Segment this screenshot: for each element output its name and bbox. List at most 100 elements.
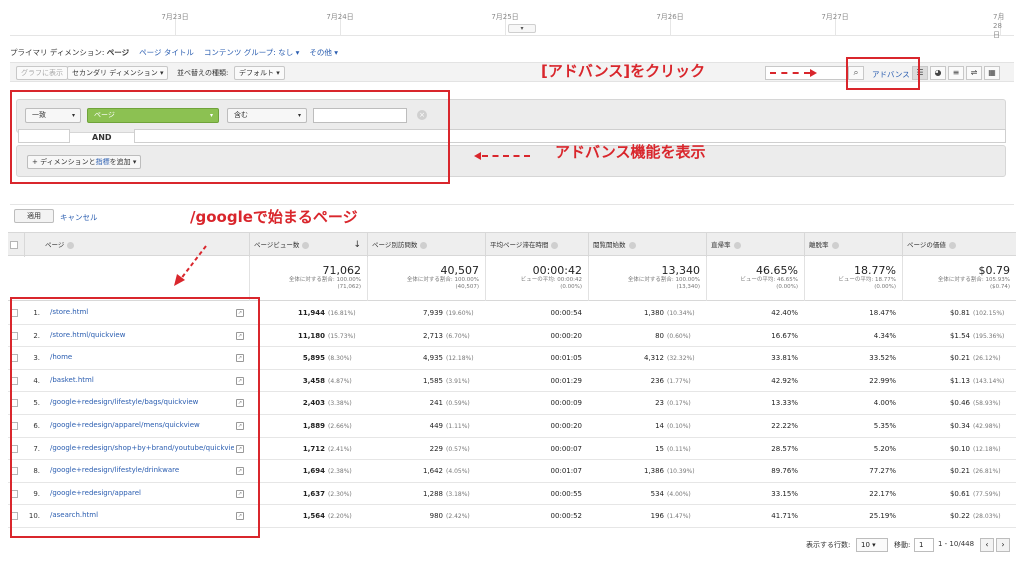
summary-exit-rate: 18.77% ビューの平均: 18.77% (0.00%) (804, 257, 902, 301)
help-icon (831, 241, 839, 249)
header-pageviews[interactable]: ページビュー数 ↓ (249, 233, 367, 257)
next-page-icon[interactable]: › (996, 538, 1010, 552)
cell-avg-time: 00:01:07 (550, 467, 582, 476)
timeline-date: 7月23日 (161, 13, 189, 21)
plot-rows-button[interactable]: グラフに表示 (16, 66, 68, 80)
header-avg-time[interactable]: 平均ページ滞在時間 (485, 233, 588, 257)
cancel-link[interactable]: キャンセル (60, 212, 98, 223)
sort-type-select[interactable]: デフォルト ▾ (234, 66, 285, 80)
cell-avg-time: 00:01:29 (550, 376, 582, 385)
header-page-value[interactable]: ページの価値 (902, 233, 1016, 257)
cell-avg-time: 00:00:09 (550, 399, 582, 408)
comparison-view-icon[interactable]: ⇌ (966, 66, 982, 80)
apply-button[interactable]: 適用 (14, 209, 54, 223)
cell-exit-rate: 18.47% (869, 309, 896, 317)
timeline-date: 7月25日 (491, 13, 519, 21)
cell-bounce-rate: 13.33% (771, 399, 798, 408)
rows-per-page-select[interactable]: 10 ▾ (856, 538, 888, 552)
cell-bounce-rate: 42.40% (771, 309, 798, 317)
summary-entrances: 13,340 全体に対する割合: 100.00% (13,340) (588, 257, 706, 301)
dimension-link-other[interactable]: その他 ▾ (309, 47, 338, 58)
cell-avg-time: 00:00:07 (550, 444, 582, 453)
cell-page-value: $1.13 (143.14%) (949, 376, 1005, 385)
select-all-checkbox[interactable] (10, 241, 18, 249)
cell-page-value: $0.21 (26.12%) (949, 354, 1001, 363)
cell-exit-rate: 5.35% (873, 422, 896, 430)
cell-unique-pageviews: 7,939 (19.60%) (422, 309, 474, 317)
summary-avg-time: 00:00:42 ビューの平均: 00:00:42 (0.00%) (485, 257, 588, 301)
cell-entrances: 23 (0.17%) (655, 399, 691, 408)
header-unique-pageviews[interactable]: ページ別訪問数 (367, 233, 485, 257)
header-entrances[interactable]: 閲覧開始数 (588, 233, 706, 257)
cell-unique-pageviews: 2,713 (6.70%) (422, 331, 470, 340)
cell-unique-pageviews: 1,288 (3.18%) (422, 489, 470, 498)
cell-unique-pageviews: 241 (0.59%) (429, 399, 470, 408)
rows-per-page-label: 表示する行数: (806, 541, 851, 549)
annotation-box-filter (10, 90, 450, 184)
cell-pageviews: 1,712 (2.41%) (302, 444, 352, 453)
cell-entrances: 80 (0.60%) (655, 331, 691, 340)
cell-unique-pageviews: 1,585 (3.91%) (422, 376, 470, 385)
table-header: ページ ページビュー数 ↓ ページ別訪問数 平均ページ滞在時間 閲覧開始数 直帰率… (8, 232, 1016, 257)
goto-input[interactable]: 1 (914, 538, 934, 552)
cell-pageviews: 1,694 (2.38%) (302, 467, 352, 476)
help-icon (733, 241, 741, 249)
timeline-date: 7月28日 (993, 13, 1005, 39)
summary-unique-pageviews: 40,507 全体に対する割合: 100.00% (40,507) (367, 257, 485, 301)
cell-entrances: 1,386 (10.39%) (643, 467, 695, 476)
dimension-link-content-group[interactable]: コンテンツ グループ: なし ▾ (204, 47, 300, 58)
dimension-link-page-title[interactable]: ページ タイトル (139, 47, 194, 58)
cell-page-value: $0.22 (28.03%) (949, 512, 1001, 521)
cell-page-value: $0.34 (42.98%) (949, 422, 1001, 430)
cell-pageviews: 11,180 (15.73%) (297, 331, 356, 340)
cell-entrances: 4,312 (32.32%) (643, 354, 695, 363)
help-icon (551, 241, 559, 249)
secondary-dimension-select[interactable]: セカンダリ ディメンション ▾ (67, 66, 169, 80)
summary-bounce-rate: 46.65% ビューの平均: 46.65% (0.00%) (706, 257, 804, 301)
cell-page-value: $0.21 (26.81%) (949, 467, 1001, 476)
summary-page-value: $0.79 全体に対する割合: 105.93% ($0.74) (902, 257, 1016, 301)
cell-bounce-rate: 28.57% (771, 444, 798, 453)
cell-unique-pageviews: 449 (1.11%) (429, 422, 470, 430)
cell-entrances: 14 (0.10%) (655, 422, 691, 430)
cell-avg-time: 00:00:55 (550, 489, 582, 498)
header-exit-rate[interactable]: 離脱率 (804, 233, 902, 257)
prev-page-icon[interactable]: ‹ (980, 538, 994, 552)
pivot-view-icon[interactable]: ▦ (984, 66, 1000, 80)
primary-dimension-active: ページ (106, 47, 130, 57)
annotation-arrowhead (810, 69, 817, 77)
summary-row: 71,062 全体に対する割合: 100.00% (71,062) 40,507 全体… (8, 257, 1016, 301)
performance-view-icon[interactable]: ≡ (948, 66, 964, 80)
cell-page-value: $1.54 (195.36%) (949, 331, 1005, 340)
cell-bounce-rate: 16.67% (771, 331, 798, 340)
header-bounce-rate[interactable]: 直帰率 (706, 233, 804, 257)
pie-view-icon[interactable]: ◕ (930, 66, 946, 80)
sort-arrow-icon: ↓ (353, 240, 361, 250)
annotation-box-advanced (846, 57, 920, 90)
primary-dimension-label: プライマリ ディメンション: ページ (10, 47, 130, 57)
cell-entrances: 236 (1.77%) (650, 376, 691, 385)
page-range: 1 - 10/448 (938, 540, 975, 548)
cell-pageviews: 3,458 (4.87%) (302, 376, 352, 385)
cell-unique-pageviews: 229 (0.57%) (429, 444, 470, 453)
cell-pageviews: 1,564 (2.20%) (302, 512, 352, 521)
sort-type-label: 並べ替えの種類: (177, 69, 229, 77)
cell-exit-rate: 4.00% (873, 399, 896, 408)
header-page[interactable]: ページ (24, 233, 249, 257)
chevron-down-icon[interactable]: ▾ (508, 24, 536, 33)
help-icon (628, 241, 636, 249)
annotation-arrow (482, 155, 530, 157)
annotation-diagonal-arrow (174, 245, 207, 286)
cell-page-value: $0.81 (102.15%) (949, 309, 1005, 317)
cell-avg-time: 00:01:05 (550, 354, 582, 363)
cell-entrances: 534 (4.00%) (650, 489, 691, 498)
cell-avg-time: 00:00:20 (550, 331, 582, 340)
cell-exit-rate: 22.99% (869, 376, 896, 385)
cell-avg-time: 00:00:52 (550, 512, 582, 521)
cell-pageviews: 2,403 (3.38%) (302, 399, 352, 408)
annotation-click-advanced: [アドバンス]をクリック (541, 62, 706, 80)
cell-bounce-rate: 89.76% (771, 467, 798, 476)
primary-dimension-bar: プライマリ ディメンション: ページ ページ タイトル コンテンツ グループ: … (10, 46, 338, 58)
timeline-date: 7月27日 (821, 13, 849, 21)
cell-avg-time: 00:00:20 (550, 422, 582, 430)
